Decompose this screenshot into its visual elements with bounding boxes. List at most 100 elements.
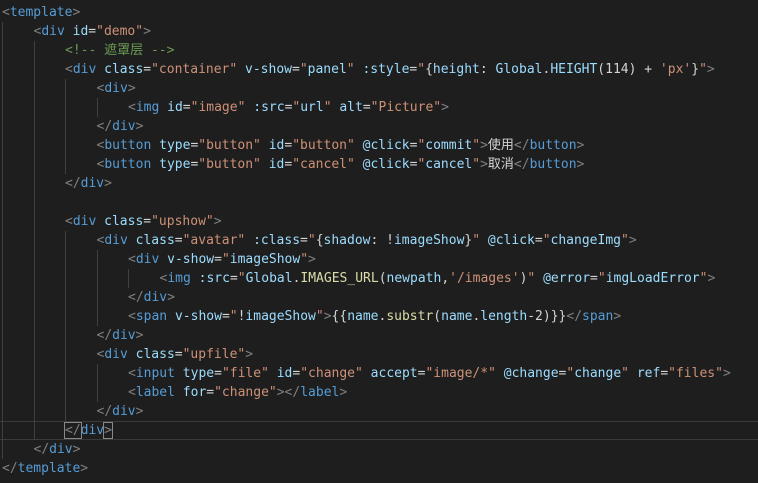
- code-text: </div>: [128, 288, 175, 307]
- code-text: <div id="demo">: [34, 22, 151, 41]
- code-token: panel: [307, 62, 347, 77]
- indent-guide: [65, 288, 66, 307]
- code-token: =: [214, 252, 222, 267]
- code-text: <!-- 遮罩层 -->: [65, 41, 174, 60]
- code-token: </: [513, 138, 530, 153]
- code-token: div: [112, 328, 136, 343]
- code-text: </template>: [2, 459, 88, 478]
- code-token: ,: [441, 271, 450, 286]
- code-token: >: [135, 119, 144, 134]
- indent-guide: [33, 117, 35, 136]
- code-token: imageShow: [229, 252, 301, 267]
- code-token: span: [135, 309, 168, 324]
- code-token: for: [182, 385, 207, 400]
- code-line[interactable]: <div class="avatar" :class="{shadow: !im…: [0, 231, 758, 250]
- code-line[interactable]: <button type="button" id="button" @click…: [0, 136, 758, 155]
- code-token: (: [597, 62, 606, 77]
- code-line[interactable]: <button type="button" id="cancel" @click…: [0, 155, 758, 174]
- code-token: "button": [292, 138, 355, 153]
- code-token: height: [432, 62, 480, 77]
- code-token: -2)}}: [527, 309, 567, 324]
- code-line[interactable]: <label for="change"></label>: [0, 383, 758, 402]
- code-line[interactable]: <div>: [0, 79, 758, 98]
- code-line[interactable]: <div class="upshow">: [0, 212, 758, 231]
- code-token: :src: [198, 271, 230, 286]
- indent-guide: [2, 402, 3, 421]
- code-text: <div class="avatar" :class="{shadow: !im…: [97, 231, 637, 250]
- code-token: div: [80, 423, 105, 438]
- code-token: 取消: [487, 157, 514, 172]
- code-line[interactable]: </div>: [0, 326, 758, 345]
- code-token: <: [2, 5, 10, 20]
- code-line[interactable]: </div>: [0, 174, 758, 193]
- code-token: ": [315, 309, 324, 324]
- code-token: :style: [362, 62, 410, 77]
- code-line[interactable]: <input type="file" id="change" accept="i…: [0, 364, 758, 383]
- code-line[interactable]: </div>: [0, 288, 758, 307]
- indent-guide: [65, 364, 66, 383]
- code-token: id: [268, 157, 285, 172]
- indent-guide: [2, 212, 3, 231]
- code-line[interactable]: </div>: [0, 402, 758, 421]
- code-token: =: [143, 214, 152, 229]
- code-token: ": [307, 233, 316, 248]
- code-token: >: [135, 328, 144, 343]
- code-token: }: [691, 62, 700, 77]
- code-text: <span v-show="!imageShow">{{name.substr(…: [128, 307, 621, 326]
- code-line[interactable]: <!-- 遮罩层 -->: [0, 41, 758, 60]
- code-token: "change": [214, 385, 277, 400]
- code-token: ": [229, 309, 238, 324]
- code-token: (: [433, 309, 442, 324]
- code-line[interactable]: <img id="image" :src="url" alt="Picture"…: [0, 98, 758, 117]
- code-token: >: [722, 366, 731, 381]
- code-editor[interactable]: <template> <div id="demo"> <!-- 遮罩层 --> <di…: [0, 0, 758, 483]
- indent-guide: [2, 231, 3, 250]
- indent-guide: [33, 345, 35, 364]
- code-text: </div>: [97, 326, 144, 345]
- code-token: ": [621, 366, 629, 381]
- code-text: </div>: [34, 440, 81, 459]
- code-token: >: [323, 309, 332, 324]
- code-token: :src: [253, 100, 285, 115]
- code-line[interactable]: </div>: [0, 117, 758, 136]
- code-line[interactable]: <span v-show="!imageShow">{{name.substr(…: [0, 307, 758, 326]
- indent-guide: [33, 307, 35, 326]
- code-token: </: [96, 328, 113, 343]
- code-line[interactable]: <div class="container" v-show="panel" :s…: [0, 60, 758, 79]
- code-token: class: [104, 62, 144, 77]
- code-line[interactable]: </template>: [0, 459, 758, 478]
- code-token: <: [128, 252, 136, 267]
- code-token: </: [65, 176, 81, 191]
- code-token: imageShow: [393, 233, 465, 248]
- code-token: =: [590, 271, 598, 286]
- indent-guide: [33, 269, 35, 288]
- code-line[interactable]: </div>: [0, 421, 758, 440]
- code-text: </div>: [97, 402, 144, 421]
- indent-guide: [65, 155, 66, 174]
- code-line[interactable]: <div id="demo">: [0, 22, 758, 41]
- code-line[interactable]: <div class="upfile">: [0, 345, 758, 364]
- code-token: button: [529, 157, 577, 172]
- code-line[interactable]: <div v-show="imageShow">: [0, 250, 758, 269]
- code-token: ": [542, 233, 551, 248]
- code-token: ></: [276, 385, 301, 400]
- code-token: "image": [190, 100, 246, 115]
- code-line[interactable]: <template>: [0, 3, 758, 22]
- code-token: v-show: [174, 309, 222, 324]
- indent-guide: [65, 345, 66, 364]
- code-token: </: [33, 442, 50, 457]
- code-line[interactable]: <img :src="Global.IMAGES_URL(newpath,'/i…: [0, 269, 758, 288]
- code-line[interactable]: [0, 193, 758, 212]
- code-line[interactable]: </div>: [0, 440, 758, 459]
